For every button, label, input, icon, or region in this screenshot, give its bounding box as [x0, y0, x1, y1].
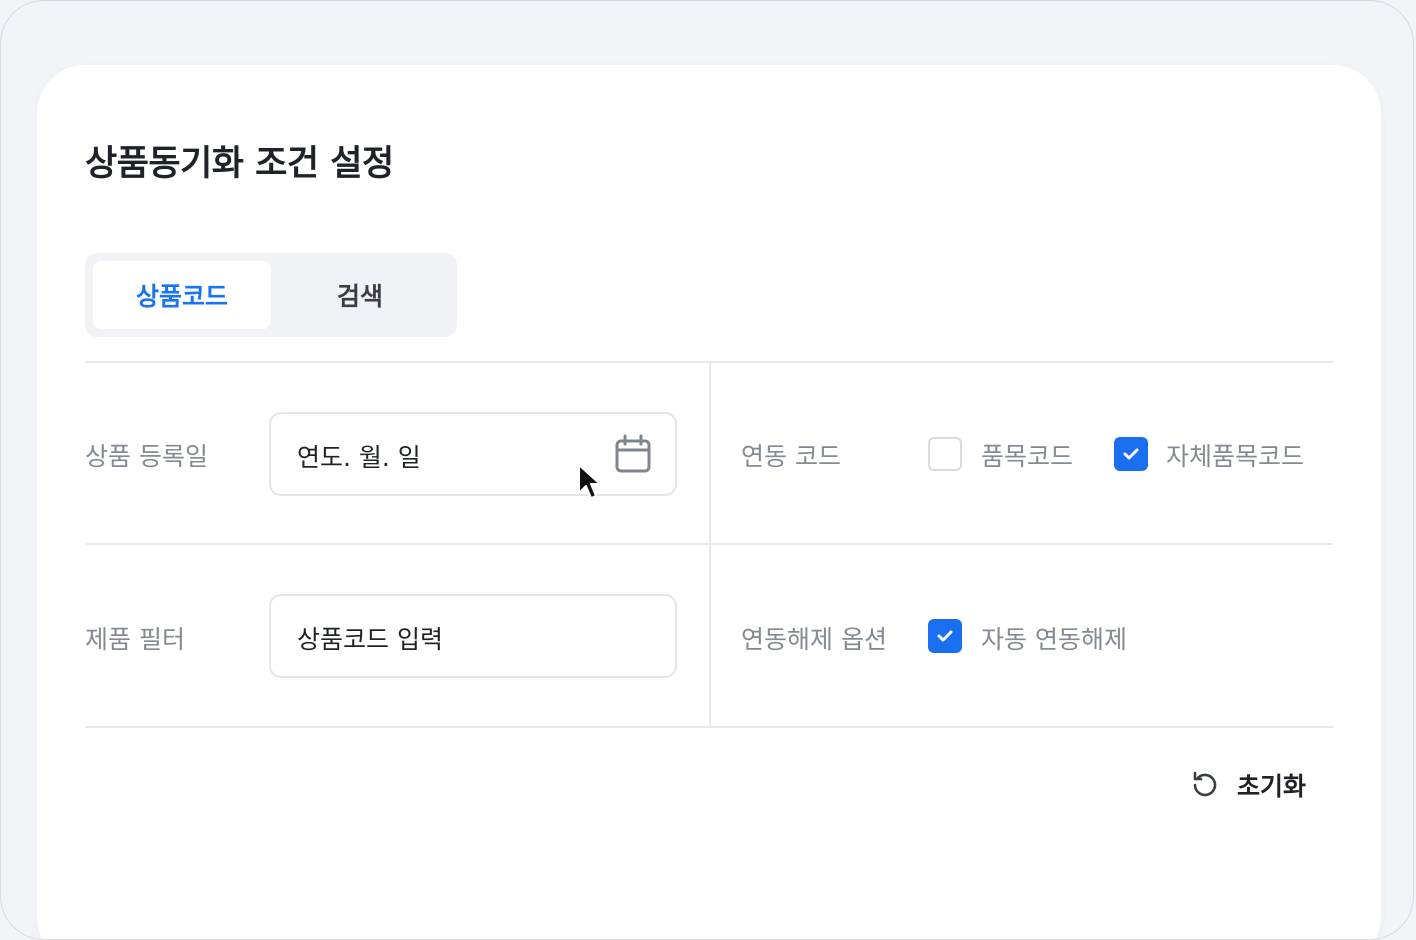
- auto-unlink-checkbox[interactable]: [928, 619, 962, 653]
- checkmark-icon: [937, 630, 953, 642]
- item-code-checkbox[interactable]: [928, 437, 962, 471]
- link-code-label: 연동 코드: [741, 442, 841, 471]
- unlink-option-label: 연동해제 옵션: [741, 625, 887, 654]
- column-divider: [709, 363, 711, 727]
- tab-search[interactable]: 검색: [271, 261, 449, 329]
- product-code-placeholder: 상품코드 입력: [297, 625, 443, 654]
- window-frame: 상품동기화 조건 설정 상품코드 검색 상품 등록일 연도. 월. 일 연동 코…: [0, 0, 1414, 940]
- mouse-cursor-icon: [578, 464, 601, 499]
- mode-segmented-control: 상품코드 검색: [85, 253, 457, 337]
- own-item-code-label[interactable]: 자체품목코드: [1166, 437, 1304, 473]
- tab-product-code[interactable]: 상품코드: [93, 261, 271, 329]
- panel-title: 상품동기화 조건 설정: [85, 144, 394, 184]
- reg-date-placeholder: 연도. 월. 일: [297, 443, 421, 472]
- reset-button[interactable]: 초기화: [1189, 765, 1306, 805]
- reset-icon: [1193, 771, 1217, 797]
- calendar-icon[interactable]: [615, 434, 651, 474]
- reset-label: 초기화: [1237, 772, 1307, 801]
- item-code-label[interactable]: 품목코드: [981, 437, 1073, 473]
- reg-date-label: 상품 등록일: [85, 442, 208, 471]
- auto-unlink-label[interactable]: 자동 연동해제: [981, 620, 1127, 656]
- checkmark-icon: [1123, 448, 1139, 460]
- product-filter-label: 제품 필터: [85, 625, 185, 654]
- reg-date-input[interactable]: 연도. 월. 일: [269, 412, 677, 496]
- product-code-input[interactable]: 상품코드 입력: [269, 594, 677, 678]
- settings-panel: 상품동기화 조건 설정 상품코드 검색 상품 등록일 연도. 월. 일 연동 코…: [37, 65, 1381, 939]
- own-item-code-checkbox[interactable]: [1114, 437, 1148, 471]
